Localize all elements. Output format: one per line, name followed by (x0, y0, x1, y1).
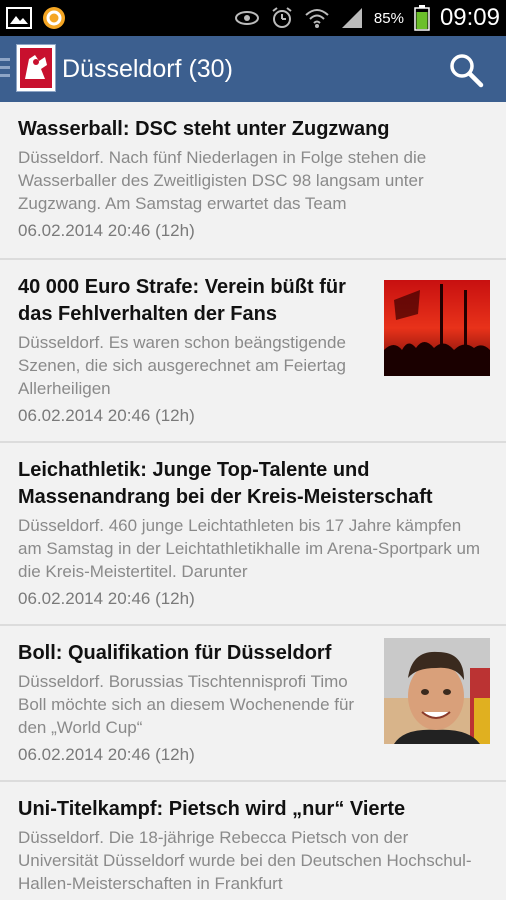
app-logo[interactable] (16, 44, 56, 92)
list-item[interactable]: 40 000 Euro Strafe: Verein büßt für das … (0, 260, 506, 443)
article-thumbnail (384, 280, 490, 376)
alarm-icon (272, 7, 292, 28)
clock: 09:09 (439, 4, 500, 31)
article-date: 06.02.2014 20:46 (12h) (18, 406, 195, 425)
battery-percentage: 85% (373, 9, 404, 27)
wifi-icon (305, 9, 329, 28)
list-item[interactable]: Leichathletik: Junge Top-Talente und Mas… (0, 443, 506, 626)
article-date: 06.02.2014 20:46 (12h) (18, 589, 195, 608)
battery-icon (414, 5, 430, 31)
eye-icon (234, 11, 259, 25)
list-item[interactable]: Uni-Titelkampf: Pietsch wird „nur“ Viert… (0, 782, 506, 900)
drawer-indicator-icon[interactable] (0, 58, 10, 80)
article-title: Leichathletik: Junge Top-Talente und Mas… (18, 459, 433, 508)
article-thumbnail (384, 638, 490, 744)
article-snippet: Düsseldorf. Es waren schon beängstigende… (18, 333, 346, 398)
signal-icon (341, 8, 362, 28)
article-title: 40 000 Euro Strafe: Verein büßt für das … (18, 276, 346, 325)
article-snippet: Düsseldorf. Nach fünf Niederlagen in Fol… (18, 148, 427, 213)
search-icon[interactable] (448, 52, 484, 88)
article-snippet: Düsseldorf. 460 junge Leichtathleten bis… (18, 516, 481, 581)
article-title: Uni-Titelkampf: Pietsch wird „nur“ Viert… (18, 798, 406, 820)
action-bar: Düsseldorf (30) (0, 36, 506, 102)
status-bar: 85% 09:09 (0, 0, 506, 36)
article-date: 06.02.2014 20:46 (12h) (18, 221, 195, 240)
list-item[interactable]: Boll: Qualifikation für Düsseldorf Düsse… (0, 626, 506, 782)
article-title: Wasserball: DSC steht unter Zugzwang (18, 118, 390, 140)
article-date: 06.02.2014 20:46 (12h) (18, 745, 195, 764)
page-title: Düsseldorf (30) (62, 55, 233, 83)
article-list: Wasserball: DSC steht unter Zugzwang Düs… (0, 102, 506, 900)
gallery-notification-icon (6, 7, 32, 29)
list-item[interactable]: Wasserball: DSC steht unter Zugzwang Düs… (0, 102, 506, 260)
article-title: Boll: Qualifikation für Düsseldorf (18, 642, 332, 664)
app-notification-icon (43, 7, 65, 29)
article-snippet: Düsseldorf. Die 18-jährige Rebecca Piets… (18, 828, 472, 893)
article-snippet: Düsseldorf. Borussias Tischtennisprofi T… (18, 672, 355, 737)
